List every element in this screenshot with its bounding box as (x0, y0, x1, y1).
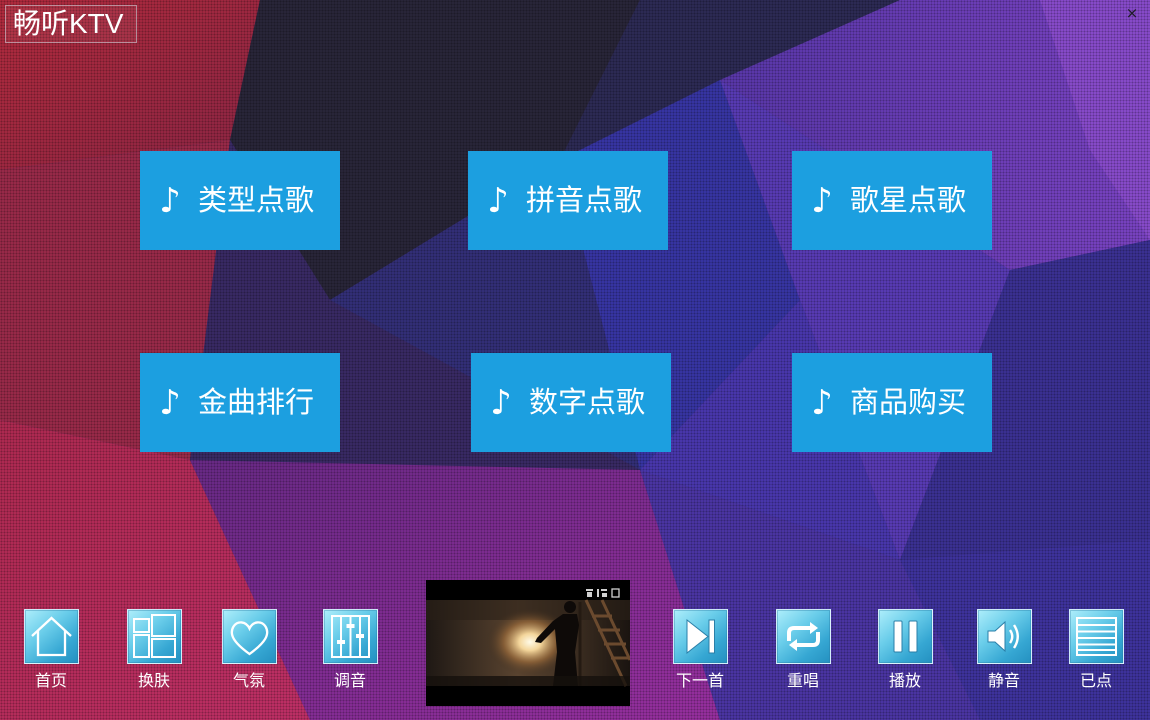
next-track-icon (672, 609, 728, 664)
menu-button-label: 金曲排行 (198, 386, 315, 419)
menu-button-label: 拼音点歌 (526, 184, 643, 217)
toolbar-label: 已点 (1079, 673, 1112, 690)
toolbar-label: 首页 (34, 673, 67, 690)
toolbar-skin-button[interactable]: 换肤 (114, 609, 194, 692)
toolbar-repeat-button[interactable]: 重唱 (763, 609, 843, 692)
toolbar-label: 下一首 (675, 673, 724, 690)
music-note-icon: ♪ (159, 180, 181, 221)
menu-button-pinyin-songs[interactable]: ♪ 拼音点歌 (468, 151, 668, 250)
toolbar-label: 调音 (333, 673, 366, 690)
repeat-icon (775, 609, 831, 664)
pause-icon (877, 609, 933, 664)
playlist-icon (1068, 609, 1124, 664)
menu-button-label: 歌星点歌 (850, 184, 967, 217)
toolbar-mute-button[interactable]: 静音 (964, 609, 1044, 692)
music-note-icon: ♪ (159, 382, 181, 423)
toolbar-home-button[interactable]: 首页 (11, 609, 91, 692)
equalizer-icon (322, 609, 378, 664)
menu-button-label: 商品购买 (850, 386, 967, 419)
music-note-icon: ♪ (487, 180, 509, 221)
toolbar-label: 重唱 (786, 673, 819, 690)
toolbar-label: 换肤 (137, 673, 170, 690)
toolbar-label: 气氛 (232, 673, 265, 690)
toolbar-selected-songs-button[interactable]: 已点 (1056, 609, 1136, 692)
menu-button-top-charts[interactable]: ♪ 金曲排行 (140, 353, 340, 452)
music-note-icon: ♪ (490, 382, 512, 423)
toolbar-label: 播放 (888, 673, 921, 690)
skin-layout-icon (126, 609, 182, 664)
toolbar-label: 静音 (987, 673, 1020, 690)
menu-button-label: 类型点歌 (198, 184, 315, 217)
menu-button-singer-songs[interactable]: ♪ 歌星点歌 (792, 151, 992, 250)
music-note-icon: ♪ (811, 382, 833, 423)
menu-button-shop[interactable]: ♪ 商品购买 (792, 353, 992, 452)
ktv-app-window: 畅听KTV × ♪ 类型点歌 ♪ 拼音点歌 ♪ 歌星点歌 ♪ 金曲排行 ♪ 数字… (0, 0, 1150, 720)
toolbar-tuning-button[interactable]: 调音 (310, 609, 390, 692)
home-icon (23, 609, 79, 664)
menu-button-category-songs[interactable]: ♪ 类型点歌 (140, 151, 340, 250)
menu-button-number-songs[interactable]: ♪ 数字点歌 (471, 353, 671, 452)
app-title: 畅听KTV (5, 5, 137, 43)
close-icon[interactable]: × (1124, 3, 1140, 23)
toolbar-play-pause-button[interactable]: 播放 (865, 609, 945, 692)
heart-icon (221, 609, 277, 664)
toolbar-atmosphere-button[interactable]: 气氛 (209, 609, 289, 692)
video-preview[interactable] (426, 580, 630, 706)
music-note-icon: ♪ (811, 180, 833, 221)
toolbar-next-button[interactable]: 下一首 (660, 609, 740, 692)
menu-button-label: 数字点歌 (529, 386, 646, 419)
volume-icon (976, 609, 1032, 664)
